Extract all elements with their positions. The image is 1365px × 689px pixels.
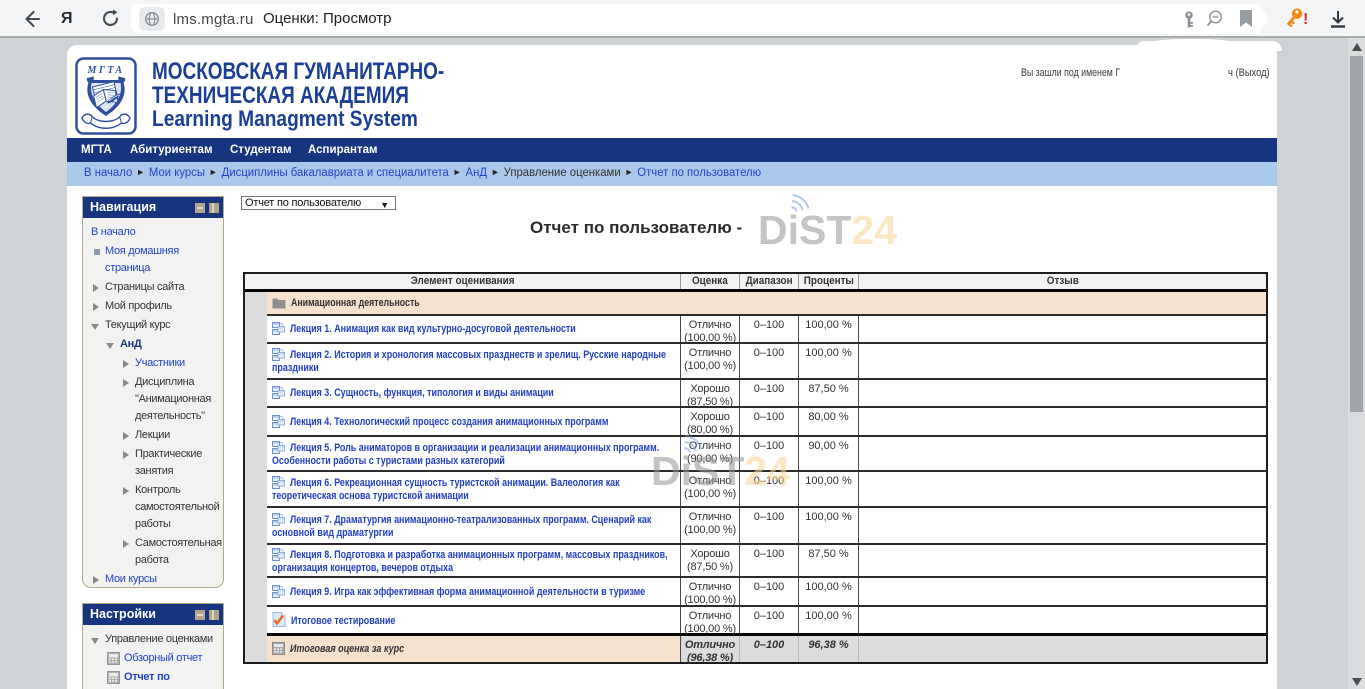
svg-text:!: ! xyxy=(1303,11,1308,28)
svg-text:МГТА: МГТА xyxy=(86,65,124,76)
